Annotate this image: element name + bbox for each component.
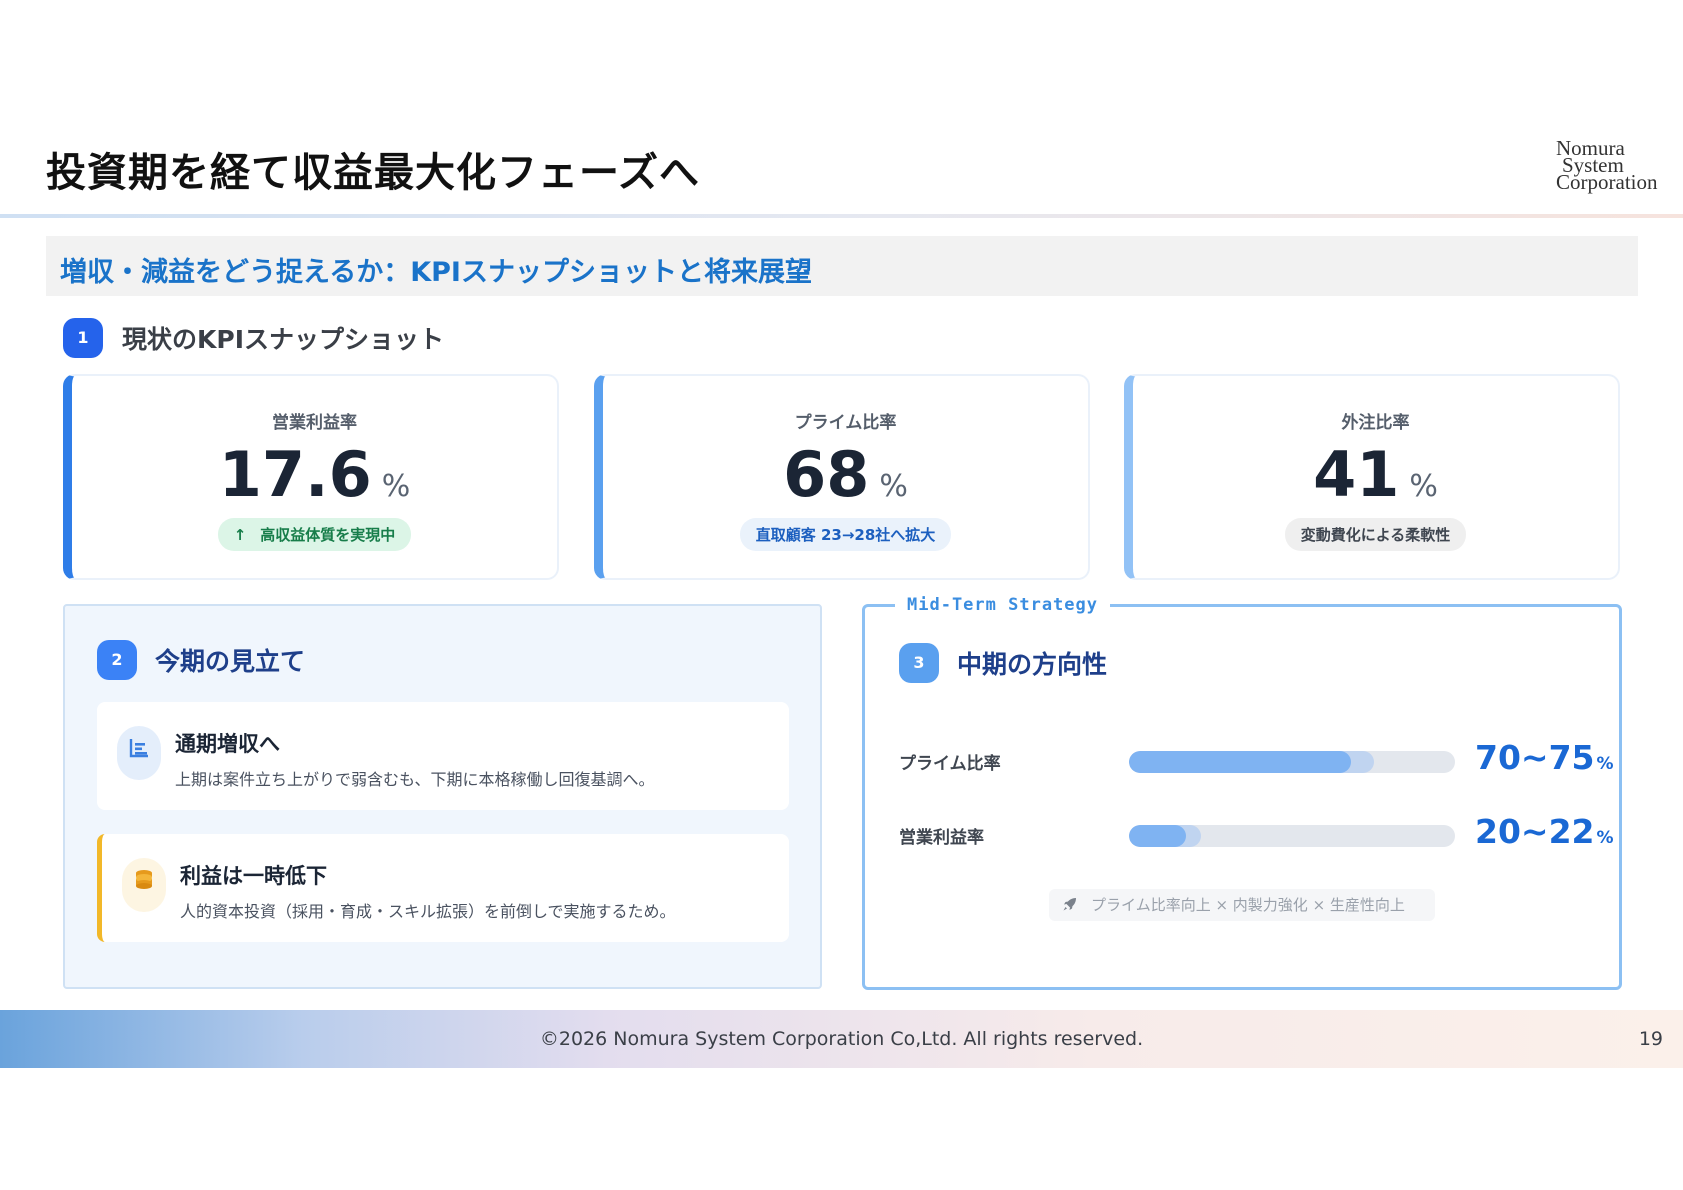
kpi-note-badge: ↑ 高収益体質を実現中: [217, 518, 412, 551]
section-1-badge: 1: [63, 318, 103, 358]
kpi-value: 41: [1313, 438, 1400, 511]
kpi-label: プライム比率: [794, 413, 897, 433]
kpi-value-row: 68%: [603, 438, 1088, 511]
outlook-item-profit: 利益は一時低下 人的資本投資（採用・育成・スキル拡張）を前倒しで実施するため。: [97, 834, 789, 942]
kpi-note-row: ↑ 高収益体質を実現中: [72, 518, 557, 551]
footer-copyright: ©2026 Nomura System Corporation Co,Ltd. …: [539, 1028, 1144, 1050]
kpi-card-operating-margin: 営業利益率 17.6% ↑ 高収益体質を実現中: [63, 374, 559, 580]
company-logo: Nomura System Corporation: [1556, 138, 1658, 194]
slide-title: 投資期を経て収益最大化フェーズへ: [46, 150, 700, 196]
footer-bar: ©2026 Nomura System Corporation Co,Ltd. …: [0, 1010, 1683, 1068]
chart-bars-icon: [117, 726, 161, 780]
bar-label-operating-margin: 営業利益率: [899, 828, 984, 848]
bar-value-unit: %: [1596, 754, 1614, 774]
kpi-card-outsourcing-ratio: 外注比率 41% 変動費化による柔軟性: [1124, 374, 1620, 580]
progress-track-operating-margin: [1129, 825, 1455, 847]
bar-value-prime: 70~75%: [1475, 738, 1614, 777]
kpi-value-row: 17.6%: [72, 438, 557, 511]
strategy-panel: Mid-Term Strategy 3 中期の方向性 プライム比率 70~75%…: [862, 595, 1622, 990]
kpi-value: 68: [783, 438, 870, 511]
outlook-item-revenue: 通期増収へ 上期は案件立ち上がりで弱含むも、下期に本格稼働し回復基調へ。: [97, 702, 789, 810]
progress-track-prime: [1129, 751, 1455, 773]
outlook-item-title: 利益は一時低下: [180, 864, 327, 888]
bar-value-operating-margin: 20~22%: [1475, 812, 1614, 851]
title-divider: [0, 214, 1683, 218]
arrow-up-icon: ↑: [233, 526, 247, 544]
outlook-item-title: 通期増収へ: [175, 732, 280, 756]
section-3-heading: 中期の方向性: [957, 650, 1108, 679]
logo-line-3: Corporation: [1556, 170, 1658, 194]
bar-label-prime: プライム比率: [899, 754, 1001, 774]
kpi-value-row: 41%: [1133, 438, 1618, 511]
page-number: 19: [1638, 1028, 1663, 1050]
kpi-unit: %: [879, 469, 908, 504]
section-1-heading: 現状のKPIスナップショット: [122, 325, 444, 354]
current-fill-operating-margin: [1129, 825, 1187, 847]
bar-value-number: 20~22: [1475, 812, 1595, 851]
strategy-note: プライム比率向上 × 内製力強化 × 生産性向上: [1049, 889, 1435, 921]
kpi-label: 営業利益率: [272, 413, 357, 433]
section-2-badge: 2: [97, 640, 137, 680]
bar-value-number: 70~75: [1475, 738, 1595, 777]
rocket-icon: [1049, 889, 1091, 921]
kpi-value: 17.6: [218, 438, 372, 511]
kpi-label: 外注比率: [1341, 413, 1410, 433]
coins-icon: [122, 858, 166, 912]
kpi-note-badge: 直取顧客 23→28社へ拡大: [739, 518, 952, 551]
kpi-note-row: 変動費化による柔軟性: [1133, 518, 1618, 551]
slide-subtitle: 増収・減益をどう捉えるか：KPIスナップショットと将来展望: [60, 257, 812, 288]
subtitle-bar: 増収・減益をどう捉えるか：KPIスナップショットと将来展望: [46, 236, 1638, 296]
outlook-item-desc: 上期は案件立ち上がりで弱含むも、下期に本格稼働し回復基調へ。: [175, 770, 655, 789]
section-2-heading: 今期の見立て: [155, 647, 306, 676]
kpi-unit: %: [1409, 469, 1438, 504]
current-fill-prime: [1129, 751, 1351, 773]
strategy-tag: Mid-Term Strategy: [895, 595, 1110, 615]
kpi-unit: %: [381, 469, 411, 504]
kpi-note-text: 高収益体質を実現中: [260, 526, 396, 544]
section-3-badge: 3: [899, 643, 939, 683]
outlook-panel: 2 今期の見立て 通期増収へ 上期は案件立ち上がりで弱含むも、下期に本格稼働し回…: [63, 604, 822, 989]
kpi-note-row: 直取顧客 23→28社へ拡大: [603, 518, 1088, 551]
bar-value-unit: %: [1596, 828, 1614, 848]
outlook-item-desc: 人的資本投資（採用・育成・スキル拡張）を前倒しで実施するため。: [180, 902, 676, 921]
strategy-note-text: プライム比率向上 × 内製力強化 × 生産性向上: [1091, 896, 1405, 914]
kpi-card-prime-ratio: プライム比率 68% 直取顧客 23→28社へ拡大: [594, 374, 1090, 580]
kpi-note-badge: 変動費化による柔軟性: [1284, 518, 1467, 551]
